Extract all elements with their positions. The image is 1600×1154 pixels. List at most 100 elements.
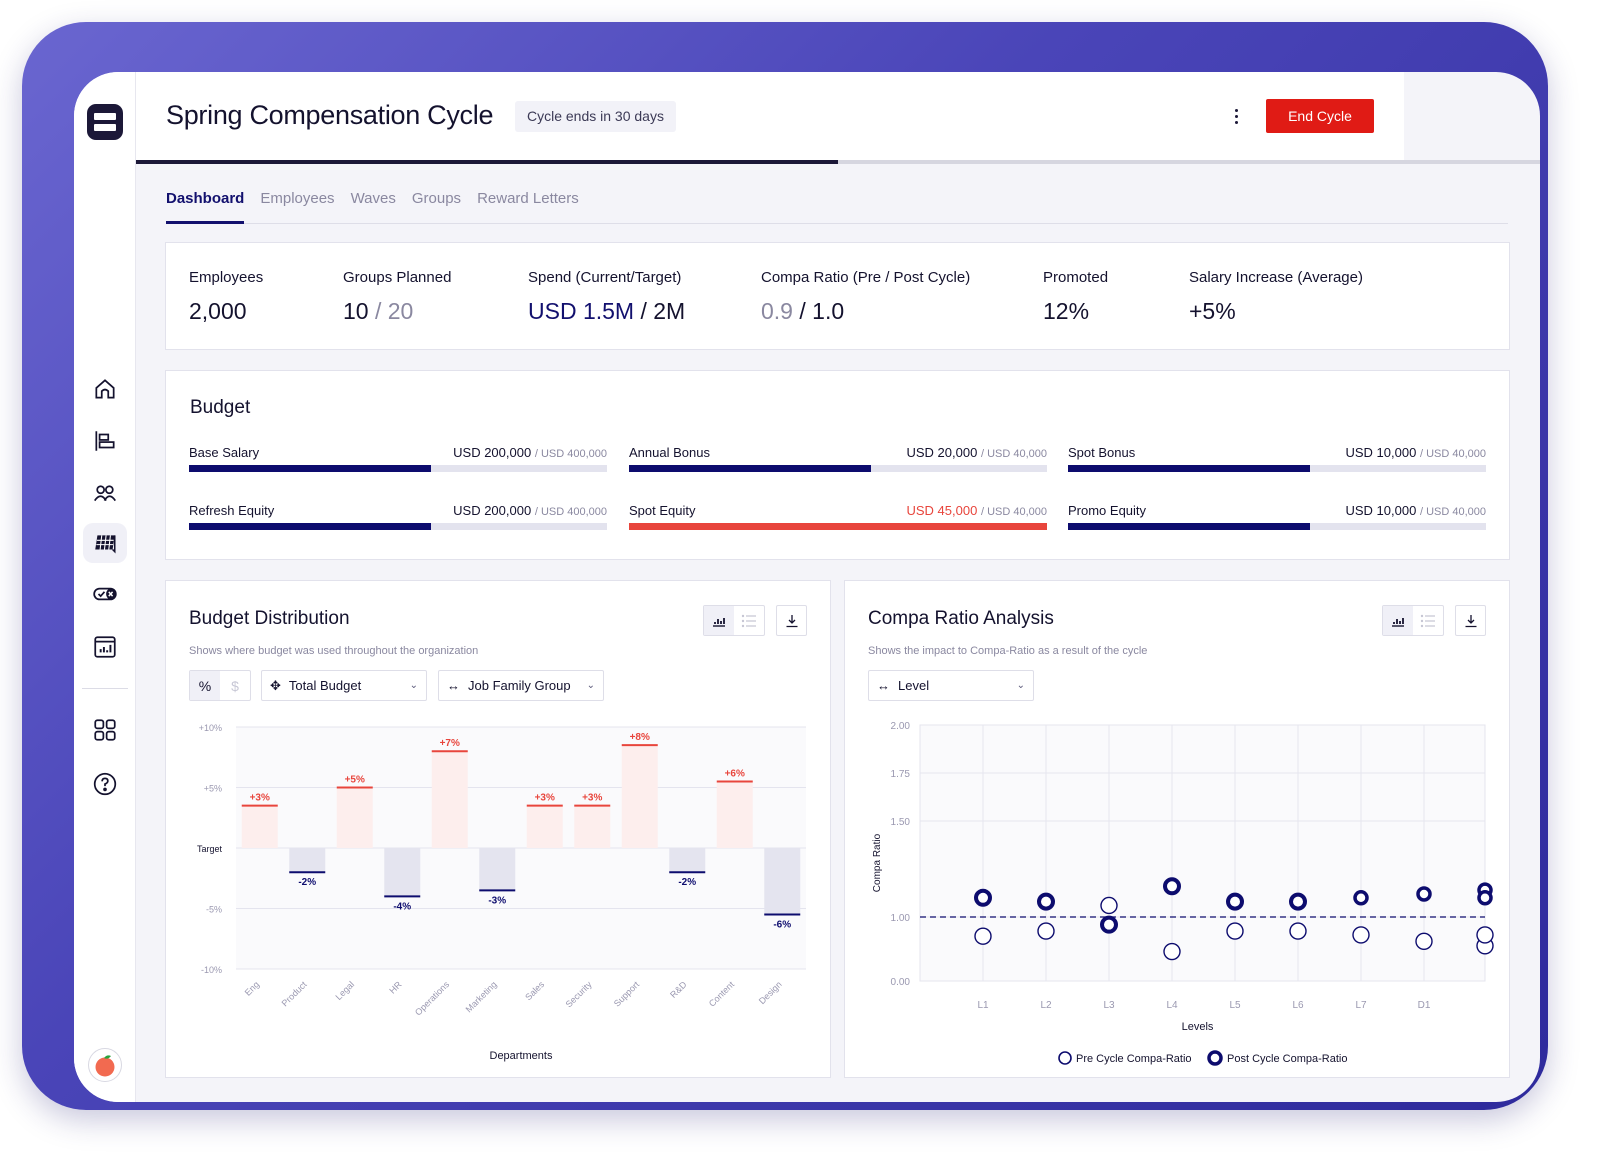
bar xyxy=(574,805,611,848)
tab-dashboard[interactable]: Dashboard xyxy=(166,184,245,224)
data-label: -3% xyxy=(488,895,506,906)
budget-progress-fill xyxy=(629,465,872,472)
people-icon xyxy=(93,485,117,502)
budget-progress-fill xyxy=(1068,523,1311,530)
x-tick-label: L2 xyxy=(1040,1000,1052,1011)
budget-item-label: Base Salary xyxy=(189,445,260,460)
data-label: -2% xyxy=(298,877,316,888)
stat-groups-planned: Groups Planned 10 / 20 xyxy=(343,269,451,325)
data-label: +5% xyxy=(345,775,365,786)
budget-title: Budget xyxy=(190,397,251,418)
pre-cycle-point xyxy=(974,927,992,945)
x-tick-label: Legal xyxy=(334,979,357,1002)
bar xyxy=(669,848,706,873)
budget-progress-bar xyxy=(1068,465,1486,472)
pre-cycle-point xyxy=(1100,896,1118,915)
pre-cycle-point xyxy=(1476,926,1494,944)
device-frame: Spring Compensation Cycle Cycle ends in … xyxy=(22,22,1548,1110)
sidebar-item-planning[interactable] xyxy=(83,421,127,461)
x-tick-label: Operations xyxy=(413,979,452,1018)
bar xyxy=(716,781,753,848)
bar xyxy=(289,848,326,873)
y-tick-label: 1.50 xyxy=(891,817,911,828)
pre-cycle-point xyxy=(1163,942,1181,961)
y-tick-label: 0.00 xyxy=(891,977,911,988)
summary-stats-card: Employees 2,000 Groups Planned 10 / 20 S… xyxy=(165,242,1510,350)
post-cycle-point xyxy=(1289,892,1307,911)
sidebar-item-approvals[interactable] xyxy=(83,574,127,614)
y-tick-label: 2.00 xyxy=(891,721,911,732)
cycle-progress-fill xyxy=(136,160,838,164)
y-tick-label: +10% xyxy=(199,723,222,733)
budget-progress-bar xyxy=(189,465,607,472)
stat-value: +5% xyxy=(1189,298,1236,324)
cycle-progress-bar xyxy=(136,160,1540,164)
y-tick-label: Target xyxy=(197,844,223,854)
sidebar-item-compensation[interactable] xyxy=(83,523,127,563)
x-tick-label: L3 xyxy=(1103,1000,1115,1011)
x-tick-label: L1 xyxy=(977,1000,989,1011)
data-label: +7% xyxy=(440,738,460,749)
post-cycle-point xyxy=(1226,892,1244,911)
post-cycle-point xyxy=(1037,892,1055,911)
x-axis-label: Levels xyxy=(1182,1021,1214,1033)
report-chart-icon xyxy=(94,636,116,658)
toggle-check-icon xyxy=(93,587,117,601)
stat-value: USD 1.5M / 2M xyxy=(528,298,686,324)
budget-item-label: Refresh Equity xyxy=(189,503,275,518)
x-tick-label: Content xyxy=(707,979,737,1009)
post-cycle-point xyxy=(1100,915,1118,934)
budget-progress-fill xyxy=(629,523,1047,530)
tab-reward-letters[interactable]: Reward Letters xyxy=(477,184,579,224)
pre-cycle-point xyxy=(1226,922,1244,940)
compa-ratio-chart: 0.00 1.00 1.50 1.75 2.00 L1 L2 L3 L4 L5 L6 L7 D1 Comp… xyxy=(872,721,1494,1066)
budget-item-amount: USD 200,000 / USD 400,000 xyxy=(453,445,607,460)
x-tick-label: R&D xyxy=(668,979,689,1000)
stat-salary-increase: Salary Increase (Average) +5% xyxy=(1189,269,1363,325)
stat-label: Salary Increase (Average) xyxy=(1189,269,1363,286)
stat-label: Compa Ratio (Pre / Post Cycle) xyxy=(761,269,971,286)
x-tick-label: Security xyxy=(564,979,594,1009)
sidebar xyxy=(74,72,136,1102)
x-tick-label: D1 xyxy=(1418,1000,1431,1011)
sidebar-item-people[interactable] xyxy=(83,473,127,513)
sidebar-item-home[interactable] xyxy=(83,369,127,409)
legend-pre-marker xyxy=(1058,1051,1072,1065)
y-tick-label: -5% xyxy=(206,905,222,915)
sidebar-item-apps[interactable] xyxy=(83,710,127,750)
post-cycle-point xyxy=(1353,890,1369,906)
app-logo-icon[interactable] xyxy=(87,104,123,140)
budget-progress-bar xyxy=(189,523,607,530)
budget-item-label: Annual Bonus xyxy=(629,445,710,460)
budget-item-amount: USD 45,000 / USD 40,000 xyxy=(906,503,1047,518)
budget-progress-fill xyxy=(189,465,432,472)
sidebar-divider xyxy=(82,688,128,689)
budget-progress-bar xyxy=(629,465,1047,472)
end-cycle-button[interactable]: End Cycle xyxy=(1266,99,1374,133)
budget-progress-bar xyxy=(1068,523,1486,530)
x-tick-label: Eng xyxy=(243,979,261,997)
more-options-icon[interactable] xyxy=(1226,104,1246,128)
legend-pre-label: Pre Cycle Compa-Ratio xyxy=(1076,1053,1192,1065)
budget-progress-fill xyxy=(1068,465,1311,472)
sidebar-item-help[interactable] xyxy=(83,764,127,804)
x-tick-label: HR xyxy=(387,979,404,996)
x-tick-label: L5 xyxy=(1229,1000,1241,1011)
x-tick-label: L6 xyxy=(1292,1000,1304,1011)
y-tick-label: -10% xyxy=(201,965,222,975)
stat-promoted: Promoted 12% xyxy=(1043,269,1108,325)
data-label: -6% xyxy=(773,920,791,931)
x-tick-label: Sales xyxy=(523,979,546,1002)
tab-waves[interactable]: Waves xyxy=(351,184,396,224)
post-cycle-point xyxy=(1163,877,1181,896)
stat-label: Groups Planned xyxy=(343,269,452,286)
stat-value: 12% xyxy=(1043,298,1090,324)
sidebar-item-reports[interactable] xyxy=(83,627,127,667)
tab-employees[interactable]: Employees xyxy=(260,184,334,224)
bar xyxy=(764,848,801,915)
user-avatar[interactable] xyxy=(88,1048,122,1082)
stat-value: 2,000 xyxy=(189,298,247,324)
budget-item-label: Spot Equity xyxy=(629,503,696,518)
tab-groups[interactable]: Groups xyxy=(412,184,461,224)
plot-area xyxy=(919,724,1486,982)
